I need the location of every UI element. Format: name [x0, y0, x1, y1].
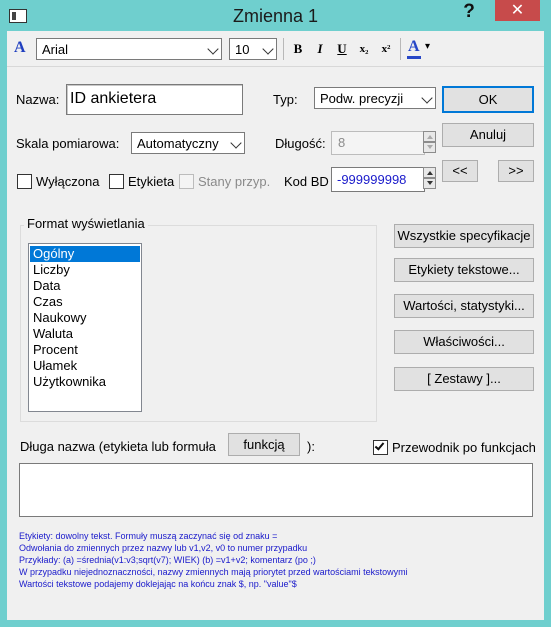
toolbar-divider: [283, 38, 284, 60]
chevron-down-icon: [421, 92, 433, 104]
function-button[interactable]: funkcją: [228, 433, 300, 456]
longname-label: Długa nazwa (etykieta lub formuła: [20, 439, 216, 454]
name-input[interactable]: ID ankietera: [66, 84, 243, 115]
scale-select[interactable]: Automatyczny: [131, 132, 245, 154]
format-list-item[interactable]: Czas: [30, 294, 140, 310]
format-list-item[interactable]: Użytkownika: [30, 374, 140, 390]
type-select[interactable]: Podw. precyzji: [314, 87, 436, 109]
name-label: Nazwa:: [16, 92, 60, 107]
bd-value: -999999998: [337, 172, 407, 187]
close-button[interactable]: ✕: [495, 0, 540, 21]
all-specs-button[interactable]: Wszystkie specyfikacje: [394, 224, 534, 248]
properties-button[interactable]: Właściwości...: [394, 330, 534, 354]
name-input-value: ID ankietera: [70, 90, 157, 107]
type-value: Podw. precyzji: [320, 91, 404, 106]
chevron-down-icon: [230, 137, 242, 149]
font-size-value: 10: [235, 42, 250, 57]
label-checkbox[interactable]: [109, 174, 124, 189]
format-list-item[interactable]: Ogólny: [30, 246, 140, 262]
note-line: W przypadku niejednoznaczności, nazwy zm…: [19, 567, 408, 577]
underline-button[interactable]: U: [332, 39, 352, 59]
subscript-button[interactable]: x₂: [354, 39, 374, 59]
toolbar-divider: [400, 38, 401, 60]
superscript-button[interactable]: x²: [376, 39, 396, 59]
cancel-button[interactable]: Anuluj: [442, 123, 534, 147]
length-label: Długość:: [275, 136, 326, 151]
excluded-checkbox[interactable]: [17, 174, 32, 189]
bd-spinner[interactable]: [423, 167, 436, 189]
spin-down-icon[interactable]: [423, 142, 436, 153]
excluded-label: Wyłączona: [36, 174, 100, 189]
chevron-down-icon: [262, 43, 274, 55]
format-list-item[interactable]: Naukowy: [30, 310, 140, 326]
longname-textarea[interactable]: [19, 463, 533, 517]
chevron-down-icon: [207, 43, 219, 55]
font-size-select[interactable]: 10: [229, 38, 277, 60]
font-value: Arial: [42, 42, 69, 57]
checkmark-icon: [374, 440, 385, 451]
font-icon: A: [14, 39, 26, 56]
chevron-down-icon: ▾: [425, 41, 431, 52]
length-spinner[interactable]: [423, 131, 436, 153]
text-color-button[interactable]: A ▾: [406, 38, 436, 60]
help-button[interactable]: ?: [455, 0, 483, 24]
spin-up-icon[interactable]: [423, 167, 436, 178]
states-label: Stany przyp.: [198, 174, 271, 189]
format-group-title: Format wyświetlania: [24, 216, 148, 232]
format-list-item[interactable]: Procent: [30, 342, 140, 358]
label-checkbox-label: Etykieta: [128, 174, 175, 189]
text-color-icon: A: [408, 38, 420, 55]
states-checkbox[interactable]: [179, 174, 194, 189]
scale-value: Automatyczny: [137, 136, 219, 151]
scale-label: Skala pomiarowa:: [16, 136, 120, 151]
format-list-item[interactable]: Ułamek: [30, 358, 140, 374]
spin-up-icon[interactable]: [423, 131, 436, 142]
note-line: Odwołania do zmiennych przez nazwy lub v…: [19, 543, 308, 553]
bold-button[interactable]: B: [288, 39, 308, 59]
italic-button[interactable]: I: [310, 39, 330, 59]
bd-label: Kod BD: [284, 174, 329, 189]
next-button[interactable]: >>: [498, 160, 534, 182]
type-label: Typ:: [273, 92, 298, 107]
ok-button[interactable]: OK: [442, 86, 534, 113]
wizard-checkbox[interactable]: [373, 440, 388, 455]
bd-input[interactable]: -999999998: [331, 167, 425, 192]
spin-down-icon[interactable]: [423, 178, 436, 189]
length-input[interactable]: 8: [331, 131, 425, 155]
format-list[interactable]: Ogólny Liczby Data Czas Naukowy Waluta Procent…: [28, 243, 142, 412]
format-list-item[interactable]: Data: [30, 278, 140, 294]
prev-button[interactable]: <<: [442, 160, 478, 182]
text-labels-button[interactable]: Etykiety tekstowe...: [394, 258, 534, 282]
values-stats-button[interactable]: Wartości, statystyki...: [394, 294, 534, 318]
note-line: Przykłady: (a) =średnia(v1:v3;sqrt(v7); …: [19, 555, 316, 565]
note-line: Wartości tekstowe podajemy doklejając na…: [19, 579, 297, 589]
longname-suffix: ):: [307, 439, 315, 454]
font-select[interactable]: Arial: [36, 38, 222, 60]
format-list-item[interactable]: Liczby: [30, 262, 140, 278]
help-notes: Etykiety: dowolny tekst. Formuły muszą z…: [19, 530, 539, 590]
format-list-item[interactable]: Waluta: [30, 326, 140, 342]
format-items: Ogólny Liczby Data Czas Naukowy Waluta Procent…: [30, 246, 140, 390]
wizard-label: Przewodnik po funkcjach: [392, 440, 536, 455]
color-swatch: [407, 56, 421, 59]
note-line: Etykiety: dowolny tekst. Formuły muszą z…: [19, 531, 278, 541]
sets-button[interactable]: [ Zestawy ]...: [394, 367, 534, 391]
length-value: 8: [338, 135, 346, 150]
